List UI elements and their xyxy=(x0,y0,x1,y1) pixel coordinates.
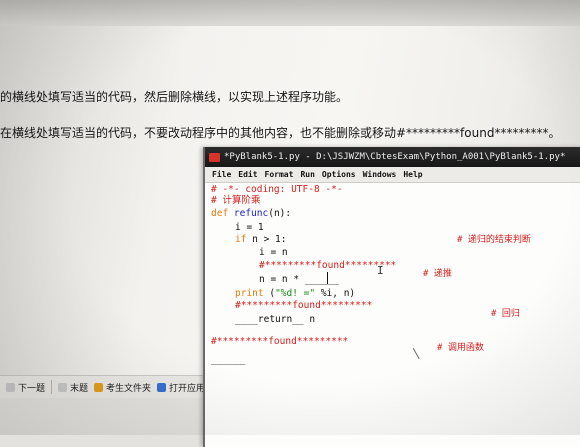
toolbar-divider xyxy=(51,380,53,394)
text-cursor xyxy=(327,272,328,284)
menu-windows[interactable]: Windows xyxy=(363,170,397,179)
code-line-i-equals-n: i = n xyxy=(259,247,288,258)
menu-run[interactable]: Run xyxy=(300,170,314,179)
last-question-button[interactable]: 末题 xyxy=(58,381,88,394)
examinee-folder-button[interactable]: 考生文件夹 xyxy=(94,381,151,394)
window-titlebar[interactable]: *PyBlank5-1.py - D:\JSJWZM\CbtesExam\Pyt… xyxy=(205,147,580,167)
monitor-top-edge xyxy=(0,0,580,26)
code-editor[interactable]: # -*- coding: UTF-8 -*- # 计算阶乘 def refun… xyxy=(211,184,580,444)
comment-call-function: # 调用函数 xyxy=(437,343,484,353)
print-paren: ( xyxy=(263,288,276,299)
mouse-ibeam-cursor: I xyxy=(377,264,384,277)
keyword-print: print xyxy=(235,288,264,299)
lower-panel xyxy=(0,398,205,435)
menu-help[interactable]: Help xyxy=(403,170,422,179)
examinee-folder-label: 考生文件夹 xyxy=(106,383,152,394)
menu-options[interactable]: Options xyxy=(322,170,356,179)
print-format-string: "%d! =" xyxy=(275,288,316,299)
code-line-def: def refunc(n): xyxy=(211,208,291,220)
print-args: %i, n) xyxy=(315,288,356,299)
comment-recursion-end: # 递归的结束判断 xyxy=(457,235,531,245)
python-idle-icon xyxy=(209,152,220,162)
instruction-line-1: 的横线处填写适当的代码，然后删除横线，以实现上述程序功能。 xyxy=(0,90,349,104)
function-name: refunc xyxy=(228,208,269,219)
menu-edit[interactable]: Edit xyxy=(238,170,257,179)
def-params: (n): xyxy=(268,208,292,219)
code-line-call-blank: ______ xyxy=(211,354,246,365)
open-app-button[interactable]: 打开应用 xyxy=(157,381,205,394)
idle-editor-window: *PyBlank5-1.py - D:\JSJWZM\CbtesExam\Pyt… xyxy=(203,147,580,447)
folder-icon xyxy=(94,382,104,392)
window-title: *PyBlank5-1.py - D:\JSJWZM\CbtesExam\Pyt… xyxy=(224,152,566,162)
menu-file[interactable]: File xyxy=(212,170,231,179)
code-line-print: print ("%d! =" %i, n) xyxy=(235,288,355,300)
comment-return: # 回归 xyxy=(491,309,520,319)
last-question-label: 末题 xyxy=(70,383,89,394)
next-question-icon xyxy=(6,382,15,392)
found-marker-2: #*********found********* xyxy=(235,300,373,311)
code-line-comment-factorial: # 计算阶乘 xyxy=(211,195,261,206)
comment-recurrence: # 递推 xyxy=(423,269,452,279)
open-app-label: 打开应用 xyxy=(169,383,206,394)
code-line-return: ____return__ n xyxy=(235,314,316,325)
found-marker-3: #*********found********* xyxy=(211,336,349,347)
if-condition: n > 1: xyxy=(246,234,287,245)
code-line-if: if n > 1: xyxy=(235,234,287,246)
instruction-line-2: 在横线处填写适当的代码，不要改动程序中的其他内容，也不能删除或移动#******… xyxy=(0,126,561,140)
exam-bottom-toolbar: 下一题 末题 考生文件夹 打开应用 xyxy=(0,375,210,399)
next-question-label: 下一题 xyxy=(18,383,46,394)
last-question-icon xyxy=(58,382,68,392)
next-question-button[interactable]: 下一题 xyxy=(6,381,45,394)
keyword-def: def xyxy=(211,208,229,219)
open-app-icon xyxy=(157,382,167,392)
menu-format[interactable]: Format xyxy=(265,170,294,179)
menu-bar: File Edit Format Run Options Windows Hel… xyxy=(205,167,580,183)
found-marker-1: #*********found********* xyxy=(259,260,397,271)
keyword-if: if xyxy=(235,234,247,245)
code-line-i-assign: i = 1 xyxy=(235,222,264,233)
